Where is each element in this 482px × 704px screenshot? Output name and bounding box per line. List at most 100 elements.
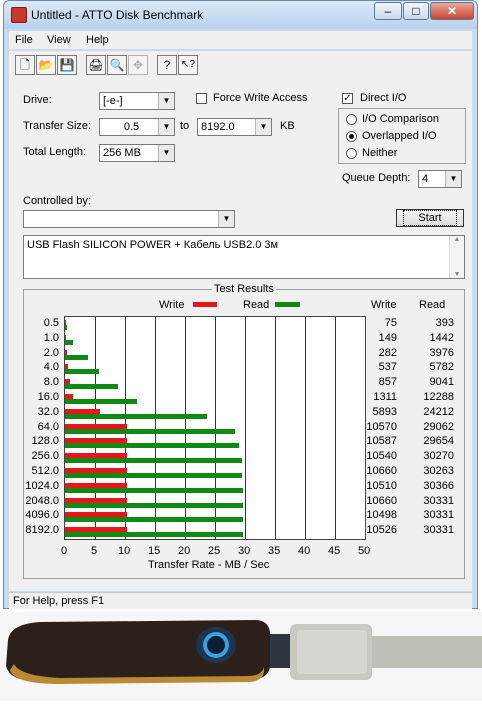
main-panel: Drive: [-e-] ▼ Force Write Access ✓ Dire… xyxy=(9,79,472,591)
total-length-value: 256 MB xyxy=(103,147,141,159)
direct-io-label: Direct I/O xyxy=(360,92,407,104)
category-label: 2.0 xyxy=(43,346,59,359)
read-bar xyxy=(65,369,99,375)
chevron-down-icon: ▼ xyxy=(255,119,271,135)
description-textarea[interactable]: USB Flash SILICON POWER + Кабель USB2.0 … xyxy=(23,235,465,279)
menu-view[interactable]: View xyxy=(47,34,71,46)
controlled-by-select[interactable]: ▼ xyxy=(23,210,235,228)
description-text: USB Flash SILICON POWER + Кабель USB2.0 … xyxy=(27,239,279,251)
chevron-down-icon: ▼ xyxy=(218,211,234,227)
scroll-down-icon[interactable]: ▼ xyxy=(450,271,464,278)
status-bar: For Help, press F1 xyxy=(9,592,472,609)
result-read-value: 30263 xyxy=(423,465,454,477)
force-write-label: Force Write Access xyxy=(213,92,308,104)
start-button[interactable]: Start xyxy=(396,209,464,227)
legend-write-swatch xyxy=(193,302,217,307)
menu-file[interactable]: File xyxy=(15,34,33,46)
result-read-value: 30331 xyxy=(423,524,454,537)
legend-read-swatch xyxy=(275,302,300,307)
result-write-value: 10587 xyxy=(366,435,397,448)
transfer-from-select[interactable]: 0.5 ▼ xyxy=(99,118,175,136)
neither-radio[interactable] xyxy=(346,148,357,159)
close-button[interactable]: ✕ xyxy=(430,2,474,20)
minimize-button[interactable]: – xyxy=(374,2,402,20)
result-read-value: 5782 xyxy=(429,361,454,374)
gridline xyxy=(305,317,306,539)
result-write-value: 5893 xyxy=(372,405,397,418)
category-label: 128.0 xyxy=(31,435,59,448)
usb-flash-photo xyxy=(0,612,482,701)
result-write-value: 10526 xyxy=(366,524,397,537)
read-bar xyxy=(65,354,89,360)
drive-select[interactable]: [-e-] ▼ xyxy=(99,92,175,110)
print-icon[interactable]: 🖨 xyxy=(86,55,106,75)
read-bar xyxy=(65,443,239,449)
move-icon[interactable]: ✥ xyxy=(128,55,148,75)
read-bar xyxy=(65,458,243,464)
x-tick-label: 15 xyxy=(148,545,161,557)
result-read-value: 3976 xyxy=(429,346,454,359)
x-tick-label: 5 xyxy=(90,545,98,557)
result-write-value: 75 xyxy=(384,317,397,329)
result-read-value: 30331 xyxy=(423,509,454,522)
queue-depth-select[interactable]: 4 ▼ xyxy=(418,170,462,188)
result-read-value: 30270 xyxy=(423,450,454,463)
read-bar xyxy=(65,325,68,330)
usb-flash-drive-image xyxy=(0,612,482,701)
legend-write-label: Write xyxy=(159,299,185,311)
test-results-title: Test Results xyxy=(212,283,276,295)
maximize-button[interactable]: □ xyxy=(403,2,429,20)
chevron-down-icon: ▼ xyxy=(445,171,461,187)
x-tick-label: 25 xyxy=(208,545,221,557)
chevron-down-icon: ▼ xyxy=(158,93,174,109)
category-label: 4.0 xyxy=(43,361,59,374)
controlled-by-label: Controlled by: xyxy=(23,195,91,207)
start-button-label: Start xyxy=(403,210,457,226)
read-bar xyxy=(65,413,207,419)
result-read-value: 24212 xyxy=(423,405,454,418)
overlapped-io-label: Overlapped I/O xyxy=(362,130,437,142)
io-comparison-radio[interactable] xyxy=(346,114,357,125)
help-icon[interactable]: ? xyxy=(157,55,177,75)
result-write-value: 857 xyxy=(378,376,397,389)
result-read-value: 30331 xyxy=(423,494,454,507)
overlapped-io-radio[interactable] xyxy=(346,131,357,142)
queue-depth-label: Queue Depth: xyxy=(342,172,411,184)
drive-label: Drive: xyxy=(23,94,52,106)
open-icon[interactable]: 📂 xyxy=(36,55,56,75)
io-comparison-label: I/O Comparison xyxy=(362,113,440,125)
category-label: 0.5 xyxy=(43,317,59,329)
result-write-value: 10570 xyxy=(366,420,397,433)
save-icon[interactable]: 💾 xyxy=(57,55,77,75)
result-read-value: 30366 xyxy=(423,479,454,492)
print-preview-icon[interactable]: 🔍 xyxy=(107,55,127,75)
results-header-read: Read xyxy=(419,299,446,311)
total-length-select[interactable]: 256 MB ▼ xyxy=(99,144,175,162)
x-tick-label: 45 xyxy=(328,545,341,557)
category-label: 1024.0 xyxy=(25,479,59,492)
transfer-to-select[interactable]: 8192.0 ▼ xyxy=(197,118,272,136)
kb-label: KB xyxy=(280,120,295,132)
chart-plot-area xyxy=(64,316,366,540)
scroll-up-icon[interactable]: ▲ xyxy=(450,236,464,243)
category-label: 4096.0 xyxy=(25,509,59,522)
window-title: Untitled - ATTO Disk Benchmark xyxy=(31,8,204,22)
new-icon[interactable]: 🗋 xyxy=(15,55,35,75)
direct-io-checkbox[interactable]: ✓ xyxy=(342,93,353,104)
x-tick-label: 10 xyxy=(118,545,131,557)
queue-depth-value: 4 xyxy=(422,173,429,185)
neither-label: Neither xyxy=(362,147,398,159)
description-scrollbar[interactable]: ▲ ▼ xyxy=(449,236,464,278)
x-tick-label: 0 xyxy=(60,545,68,557)
x-tick-label: 40 xyxy=(298,545,311,557)
category-label: 32.0 xyxy=(37,405,59,418)
menu-help[interactable]: Help xyxy=(86,34,109,46)
x-tick-label: 20 xyxy=(178,545,191,557)
force-write-checkbox[interactable] xyxy=(196,93,207,104)
chevron-down-icon: ▼ xyxy=(158,145,174,161)
result-write-value: 10510 xyxy=(366,479,397,492)
title-bar[interactable]: Untitled - ATTO Disk Benchmark – □ ✕ xyxy=(4,1,477,29)
category-label: 8.0 xyxy=(43,376,59,389)
context-help-icon[interactable]: ↖? xyxy=(178,55,198,75)
result-write-value: 10660 xyxy=(366,494,397,507)
